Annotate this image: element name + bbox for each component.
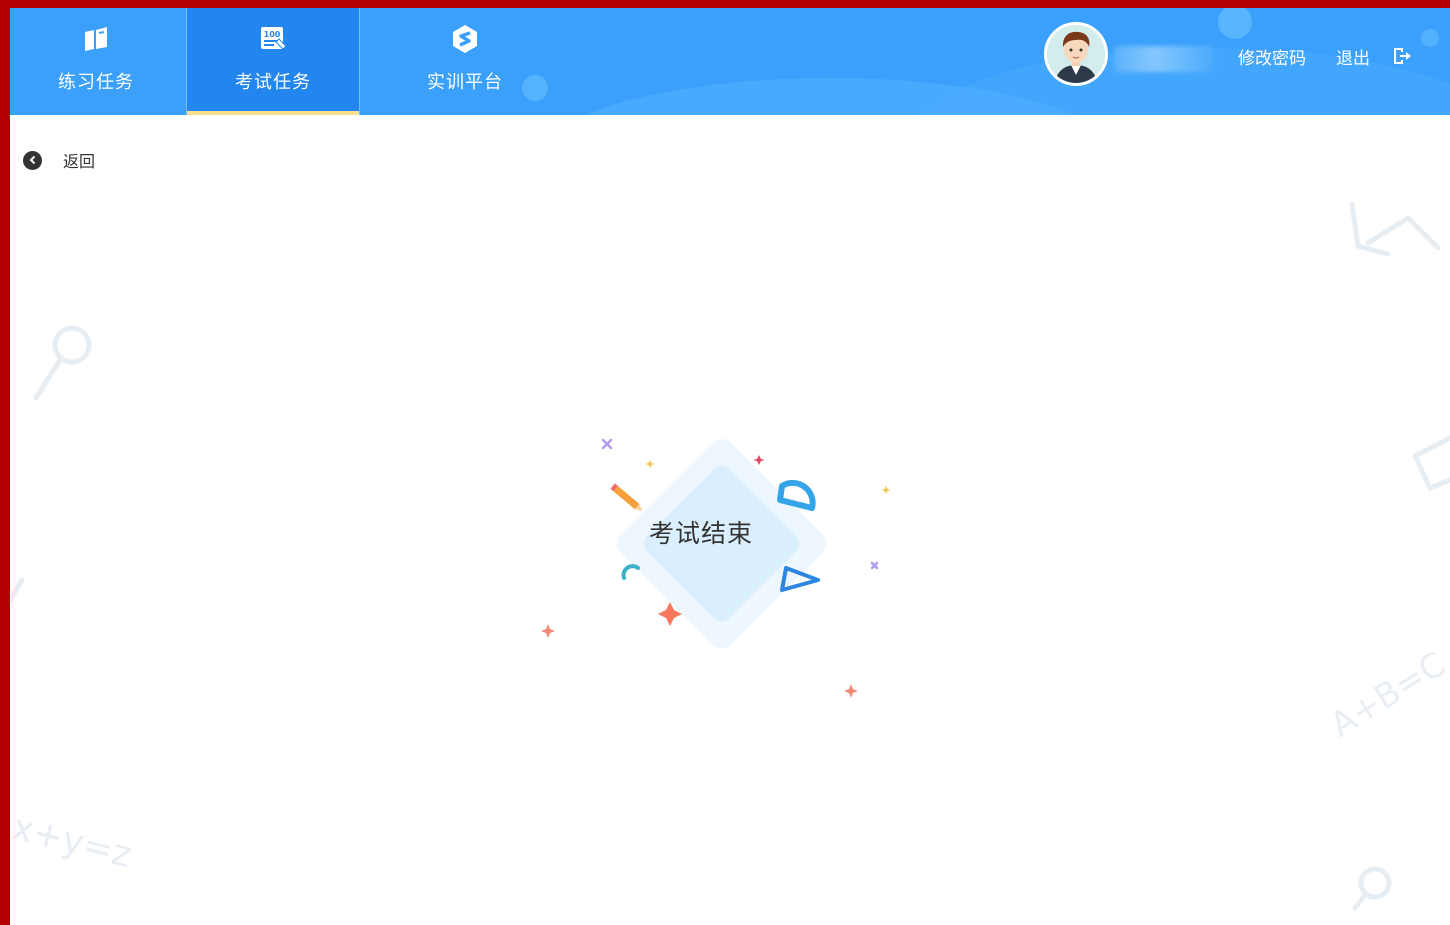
exam-finished-message: 考试结束 bbox=[648, 519, 753, 548]
change-password-link[interactable]: 修改密码 bbox=[1238, 44, 1306, 69]
username-redacted bbox=[1114, 46, 1214, 72]
top-header: 练习任务 100 考试任务 实训平台 修改密码 退出 bbox=[10, 8, 1450, 115]
svg-text:100: 100 bbox=[264, 30, 281, 39]
training-s-icon bbox=[451, 24, 479, 54]
tab-practice-tasks[interactable]: 练习任务 bbox=[10, 8, 182, 115]
app-frame: 练习任务 100 考试任务 实训平台 修改密码 退出 A+B=C x+y=z 返… bbox=[10, 8, 1450, 925]
tab-label: 实训平台 bbox=[427, 72, 503, 93]
tab-exam-tasks[interactable]: 100 考试任务 bbox=[186, 8, 360, 115]
logout-link[interactable]: 退出 bbox=[1336, 44, 1370, 69]
back-arrow-icon bbox=[23, 150, 42, 170]
user-avatar[interactable] bbox=[1044, 22, 1108, 86]
svg-text:A+B=C: A+B=C bbox=[1324, 644, 1450, 745]
practice-book-icon bbox=[82, 24, 110, 54]
tab-training-platform[interactable]: 实训平台 bbox=[379, 8, 551, 115]
tab-label: 练习任务 bbox=[58, 72, 134, 93]
back-label: 返回 bbox=[63, 152, 96, 171]
logout-icon[interactable] bbox=[1392, 46, 1412, 66]
back-button[interactable]: 返回 bbox=[23, 148, 95, 172]
tab-label: 考试任务 bbox=[235, 72, 311, 93]
svg-text:x+y=z: x+y=z bbox=[10, 807, 136, 876]
exam-score-icon: 100 bbox=[259, 24, 287, 54]
exam-finished-illustration bbox=[541, 438, 891, 698]
